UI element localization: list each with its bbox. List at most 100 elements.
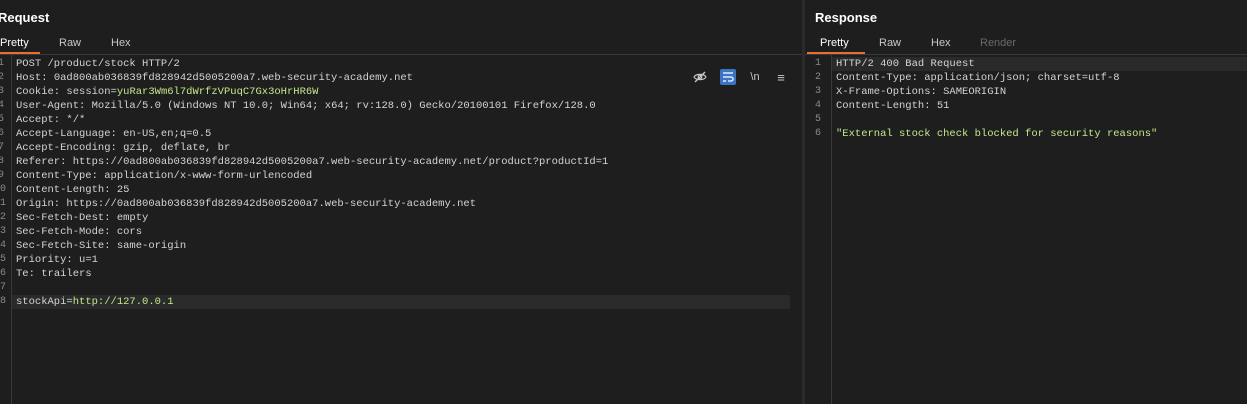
line-number: 6	[814, 128, 821, 139]
line-number: 2	[0, 72, 4, 83]
header-value: en-US,en;q=0.5	[123, 128, 212, 140]
header-value: application/x-www-form-urlencoded	[104, 170, 313, 182]
line-number: 8	[0, 156, 4, 167]
request-line: Accept-Encoding: gzip, deflate, br	[16, 141, 608, 155]
line-number: 7	[0, 142, 4, 153]
request-line	[16, 281, 608, 295]
header-value: */*	[66, 114, 86, 126]
request-line: User-Agent: Mozilla/5.0 (Windows NT 10.0…	[16, 99, 608, 113]
line-number: 10	[0, 184, 7, 195]
header-name: Origin:	[16, 198, 67, 210]
request-line: Content-Length: 25	[16, 183, 608, 197]
header-name: Content-Type:	[16, 170, 105, 182]
line-number: 5	[814, 114, 821, 125]
response-tab-raw[interactable]: Raw	[879, 37, 901, 49]
response-tab-pretty[interactable]: Pretty	[820, 37, 849, 49]
line-number: 4	[0, 100, 4, 111]
response-line: X-Frame-Options: SAMEORIGIN	[836, 86, 1007, 98]
line-number: 18	[0, 296, 7, 307]
request-line: Te: trailers	[16, 267, 608, 281]
request-separator	[0, 54, 802, 55]
header-value: 25	[116, 184, 130, 196]
response-line: Content-Type: application/json; charset=…	[836, 72, 1120, 84]
response-editor[interactable]: HTTP/2 400 Bad Request Content-Type: appl…	[836, 57, 1157, 141]
hamburger-menu-icon[interactable]: ≡	[773, 69, 789, 85]
param-name: stockApi=	[16, 296, 73, 308]
line-number: 6	[0, 128, 4, 139]
line-number: 4	[814, 100, 821, 111]
newline-toggle-button[interactable]: \n	[747, 69, 763, 85]
header-name: Te:	[16, 268, 42, 280]
response-gutter-divider	[831, 55, 832, 404]
response-tabs: Pretty Raw Hex Render	[805, 34, 1247, 54]
request-line: Sec-Fetch-Mode: cors	[16, 225, 608, 239]
request-editor[interactable]: POST /product/stock HTTP/2 Host: 0ad800ab…	[16, 57, 608, 309]
request-line: Host: 0ad800ab036839fd828942d5005200a7.w…	[16, 71, 608, 85]
line-number: 3	[814, 86, 821, 97]
request-line-numbers: 123456789101112131415161718	[0, 57, 7, 309]
request-line: Origin: https://0ad800ab036839fd828942d5…	[16, 197, 608, 211]
line-number: 1	[0, 58, 4, 69]
header-value: https://0ad800ab036839fd828942d5005200a7…	[72, 156, 609, 168]
line-number: 14	[0, 240, 7, 251]
header-value: u=1	[79, 254, 98, 266]
request-tab-raw[interactable]: Raw	[59, 37, 81, 49]
header-name: Host:	[16, 72, 54, 84]
request-line: stockApi=http://127.0.0.1	[16, 295, 608, 309]
request-line: Sec-Fetch-Site: same-origin	[16, 239, 608, 253]
response-line: "External stock check blocked for securi…	[836, 128, 1158, 140]
header-name: Accept:	[16, 114, 67, 126]
header-name: POST /product/stock HTTP/2	[16, 58, 180, 70]
response-line: HTTP/2 400 Bad Request	[836, 58, 975, 70]
wrap-lines-icon[interactable]	[720, 69, 736, 85]
response-line-numbers: 1 2 3 4 5 6	[809, 57, 821, 141]
header-name: Content-Length:	[16, 184, 117, 196]
header-value: Mozilla/5.0 (Windows NT 10.0; Win64; x64…	[91, 100, 596, 112]
line-number: 17	[0, 282, 7, 293]
header-name: Priority:	[16, 254, 80, 266]
header-name: Accept-Encoding:	[16, 142, 124, 154]
header-name: User-Agent:	[16, 100, 92, 112]
line-number: 2	[814, 72, 821, 83]
line-number: 15	[0, 254, 7, 265]
response-tab-render[interactable]: Render	[980, 37, 1016, 49]
header-name: Accept-Language:	[16, 128, 124, 140]
header-name: Referer:	[16, 156, 73, 168]
response-tab-hex[interactable]: Hex	[931, 37, 951, 49]
header-value: gzip, deflate, br	[123, 142, 231, 154]
request-line: Priority: u=1	[16, 253, 608, 267]
request-line: Content-Type: application/x-www-form-url…	[16, 169, 608, 183]
header-value: empty	[116, 212, 149, 224]
line-number: 16	[0, 268, 7, 279]
eye-off-icon[interactable]	[692, 69, 708, 85]
header-name: Cookie:	[16, 86, 67, 98]
line-number: 12	[0, 212, 7, 223]
line-number: 9	[0, 170, 4, 181]
header-value: https://0ad800ab036839fd828942d5005200a7…	[66, 198, 476, 210]
request-line: Sec-Fetch-Dest: empty	[16, 211, 608, 225]
request-line: Accept-Language: en-US,en;q=0.5	[16, 127, 608, 141]
header-value: same-origin	[116, 240, 187, 252]
header-name: Sec-Fetch-Mode:	[16, 226, 117, 238]
request-line: POST /product/stock HTTP/2	[16, 57, 608, 71]
header-value: session=	[66, 86, 117, 98]
request-line: Cookie: session=yuRar3Wm6l7dWrfzVPuqC7Gx…	[16, 85, 608, 99]
response-line: Content-Length: 51	[836, 100, 950, 112]
header-value: trailers	[41, 268, 92, 280]
request-pane: Request Pretty Raw Hex \n ≡ 123456789101…	[0, 0, 802, 404]
cookie-value: yuRar3Wm6l7dWrfzVPuqC7Gx3oHrHR6W	[116, 86, 319, 98]
header-name: Sec-Fetch-Dest:	[16, 212, 117, 224]
request-gutter-divider	[11, 55, 12, 404]
response-title: Response	[815, 10, 878, 25]
line-number: 3	[0, 86, 4, 97]
response-pane: Response Pretty Raw Hex Render 1 2 3 4 5 6 HT…	[805, 0, 1247, 404]
request-tab-hex[interactable]: Hex	[111, 37, 131, 49]
request-line: Accept: */*	[16, 113, 608, 127]
line-number: 13	[0, 226, 7, 237]
line-number: 5	[0, 114, 4, 125]
request-title: Request	[0, 10, 50, 25]
request-tabs: Pretty Raw Hex \n ≡	[0, 34, 802, 85]
header-name: Sec-Fetch-Site:	[16, 240, 117, 252]
request-tab-pretty[interactable]: Pretty	[0, 37, 29, 49]
header-value: 0ad800ab036839fd828942d5005200a7.web-sec…	[53, 72, 413, 84]
